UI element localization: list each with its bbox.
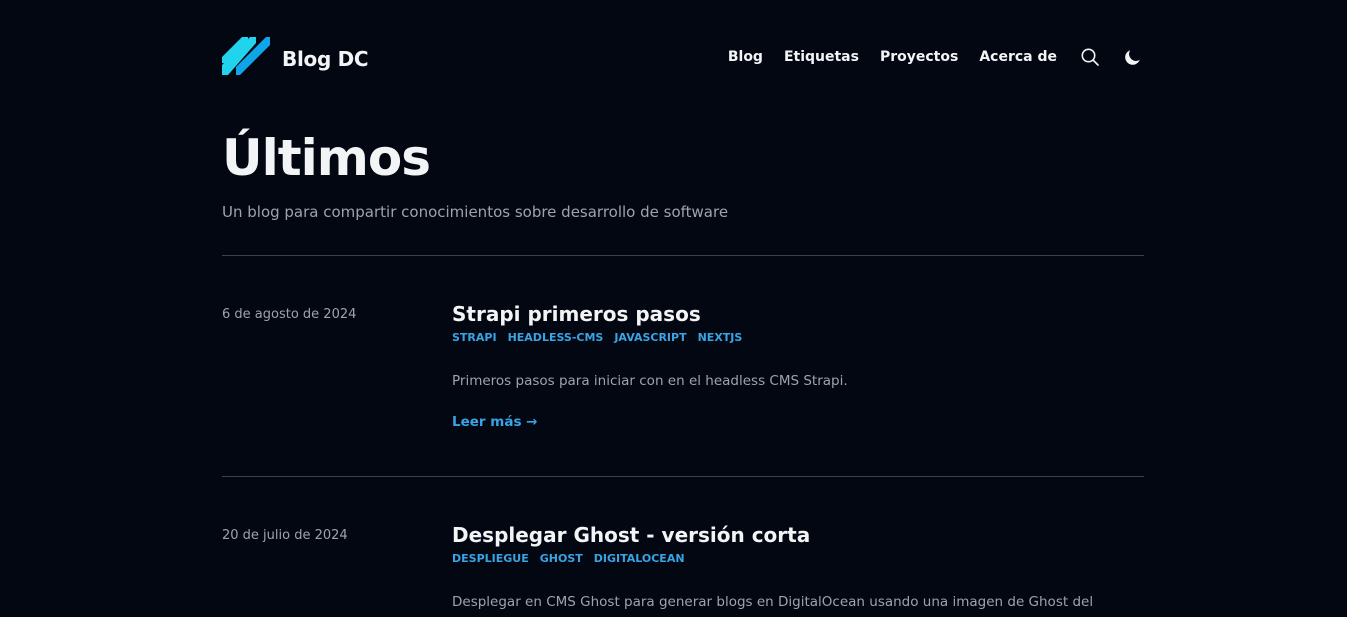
site-name[interactable]: Blog DC [282, 47, 369, 71]
tag-javascript[interactable]: JAVASCRIPT [614, 331, 686, 344]
tag-headless-cms[interactable]: HEADLESS-CMS [508, 331, 604, 344]
nav-item-proyectos[interactable]: Proyectos [880, 49, 958, 65]
divider [222, 476, 1144, 477]
tag-nextjs[interactable]: NEXTJS [698, 331, 743, 344]
logo-icon[interactable] [222, 37, 270, 75]
read-more-link[interactable]: Leer más → [452, 414, 538, 430]
nav-item-blog[interactable]: Blog [728, 49, 763, 65]
tag-digitalocean[interactable]: DIGITALOCEAN [594, 552, 685, 565]
post-summary: Primeros pasos para iniciar con en el he… [452, 373, 848, 389]
tag-despliegue[interactable]: DESPLIEGUE [452, 552, 529, 565]
post-summary: Desplegar en CMS Ghost para generar blog… [452, 594, 1094, 610]
tag-ghost[interactable]: GHOST [540, 552, 583, 565]
page-subtitle: Un blog para compartir conocimientos sob… [222, 203, 729, 221]
post-title[interactable]: Desplegar Ghost - versión corta [452, 522, 810, 548]
post-title[interactable]: Strapi primeros pasos [452, 301, 701, 327]
search-icon[interactable] [1079, 46, 1101, 68]
post-tags: STRAPI HEADLESS-CMS JAVASCRIPT NEXTJS [452, 331, 753, 344]
nav-item-acerca-de[interactable]: Acerca de [979, 49, 1057, 65]
page-title: Últimos [222, 129, 431, 187]
post-date: 20 de julio de 2024 [222, 528, 348, 543]
tag-strapi[interactable]: STRAPI [452, 331, 497, 344]
main-nav: Blog Etiquetas Proyectos Acerca de [728, 45, 1144, 69]
site-header: Blog DC Blog Etiquetas Proyectos Acerca … [222, 35, 1144, 77]
post-date: 6 de agosto de 2024 [222, 307, 357, 322]
post-tags: DESPLIEGUE GHOST DIGITALOCEAN [452, 552, 696, 565]
moon-icon[interactable] [1122, 46, 1144, 68]
nav-item-etiquetas[interactable]: Etiquetas [784, 49, 859, 65]
divider [222, 255, 1144, 256]
